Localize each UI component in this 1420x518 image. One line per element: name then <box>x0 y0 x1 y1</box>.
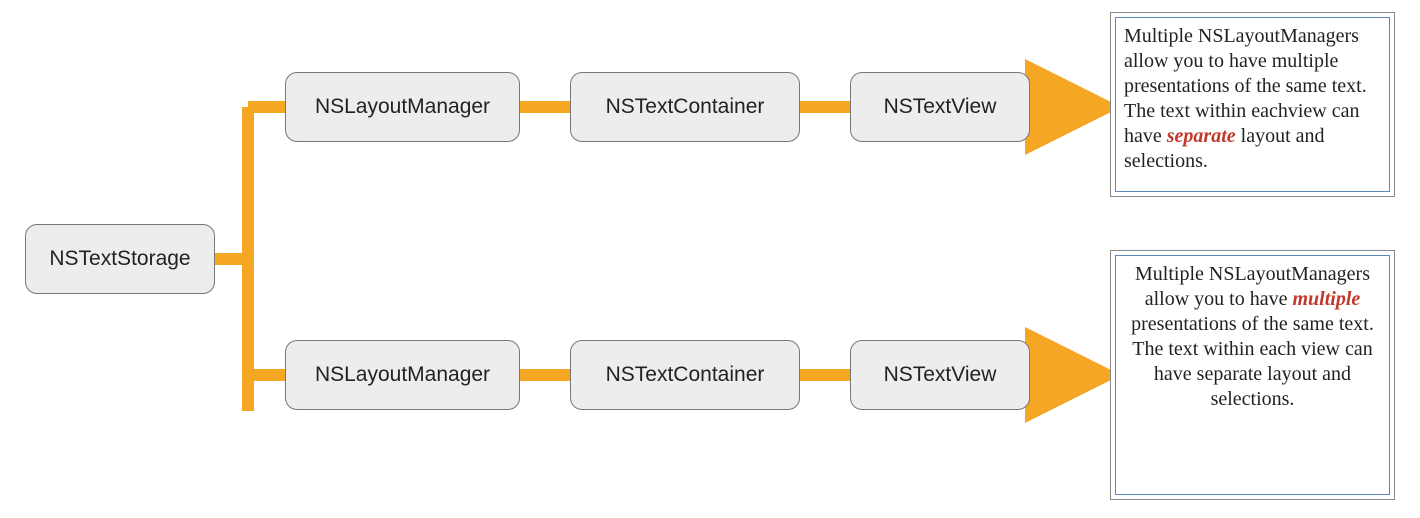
node-nstextcontainer-top: NSTextContainer <box>570 72 800 142</box>
node-label: NSTextView <box>884 95 997 119</box>
textbox-top-em: separate <box>1167 125 1236 147</box>
diagram-canvas: NSTextStorage NSLayoutManager NSTextCont… <box>0 0 1420 518</box>
node-label: NSLayoutManager <box>315 95 490 119</box>
node-label: NSTextContainer <box>606 363 765 387</box>
node-nstextcontainer-bottom: NSTextContainer <box>570 340 800 410</box>
node-label: NSTextContainer <box>606 95 765 119</box>
node-label: NSLayoutManager <box>315 363 490 387</box>
node-nstextstorage: NSTextStorage <box>25 224 215 294</box>
node-label: NSTextStorage <box>49 247 190 271</box>
textbox-bottom-post: presentations of the same text. The text… <box>1131 313 1374 410</box>
textbox-bottom-em: multiple <box>1292 288 1360 310</box>
node-nslayoutmanager-top: NSLayoutManager <box>285 72 520 142</box>
node-label: NSTextView <box>884 363 997 387</box>
node-nstextview-top: NSTextView <box>850 72 1030 142</box>
textbox-bottom: Multiple NSLayoutManagers allow you to h… <box>1110 250 1395 500</box>
node-nslayoutmanager-bottom: NSLayoutManager <box>285 340 520 410</box>
node-nstextview-bottom: NSTextView <box>850 340 1030 410</box>
textbox-top: Multiple NSLayoutManagers allow you to h… <box>1110 12 1395 197</box>
